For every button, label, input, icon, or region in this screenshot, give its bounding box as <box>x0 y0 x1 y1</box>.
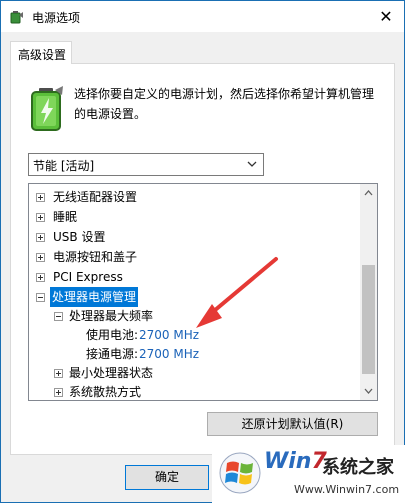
watermark-url: Www.Winwin7.com <box>294 483 400 496</box>
tree-item-label: 系统散热方式 <box>69 385 142 399</box>
power-options-window: 电源选项 ✕ 高级设置 选择你要自定义的电源计划，然后选择你希望计算机管理的电源… <box>0 0 405 503</box>
tree-item-label: 处理器最大频率 <box>69 309 154 323</box>
collapse-minus-icon[interactable] <box>36 293 45 302</box>
setting-label: 接通电源: <box>86 347 139 361</box>
tree-item-label: PCI Express <box>53 270 123 284</box>
restore-defaults-button[interactable]: 还原计划默认值(R) <box>207 412 378 436</box>
scroll-up-arrow-icon[interactable] <box>364 190 373 196</box>
watermark-site-name: 系统之家 <box>322 457 394 478</box>
watermark-brand: Win7 <box>264 449 327 474</box>
expand-plus-icon[interactable] <box>36 213 45 222</box>
plan-description: 选择你要自定义的电源计划，然后选择你希望计算机管理的电源设置。 <box>74 87 375 121</box>
setting-value-link[interactable]: 2700 MHz <box>139 325 199 345</box>
windows-logo-icon <box>219 452 261 494</box>
settings-tree[interactable]: 无线适配器设置 睡眠 USB 设置 电源按钮和盖子 PCI Express 处理… <box>28 183 378 401</box>
expand-plus-icon[interactable] <box>36 273 45 282</box>
setting-value-link[interactable]: 2700 MHz <box>139 344 199 364</box>
tree-item-label: 无线适配器设置 <box>53 190 138 204</box>
expand-plus-icon[interactable] <box>36 253 45 262</box>
watermark: Win7 系统之家 Www.Winwin7.com <box>212 445 405 503</box>
tree-item-label: 电源按钮和盖子 <box>53 250 138 264</box>
tab-advanced-settings[interactable]: 高级设置 <box>10 41 72 64</box>
window-title: 电源选项 <box>32 11 81 25</box>
expand-plus-icon[interactable] <box>36 193 45 202</box>
setting-label: 使用电池: <box>86 328 139 342</box>
tree-item-label: 睡眠 <box>53 210 78 224</box>
tree-scrollbar[interactable] <box>360 184 377 400</box>
collapse-minus-icon[interactable] <box>54 312 63 321</box>
tree-item-label: 处理器电源管理 <box>50 287 139 307</box>
expand-plus-icon[interactable] <box>36 233 45 242</box>
chevron-down-icon <box>247 161 257 167</box>
watermark-brand-win: Win <box>264 449 312 474</box>
tree-item-label: 最小处理器状态 <box>69 366 154 380</box>
tree-item-label: USB 设置 <box>53 230 106 244</box>
close-button[interactable]: ✕ <box>376 7 396 27</box>
power-plan-value: 节能 [活动] <box>33 159 95 173</box>
power-options-icon <box>10 11 23 24</box>
power-plan-select[interactable]: 节能 [活动] <box>28 153 264 176</box>
ok-button[interactable]: 确定 <box>125 465 209 490</box>
scroll-thumb[interactable] <box>362 265 375 374</box>
scroll-down-arrow-icon[interactable] <box>364 388 373 394</box>
battery-plan-icon <box>31 86 63 131</box>
expand-plus-icon[interactable] <box>54 369 63 378</box>
title-bar: 电源选项 ✕ <box>1 1 404 32</box>
tab-label: 高级设置 <box>18 48 67 62</box>
expand-plus-icon[interactable] <box>54 388 63 397</box>
